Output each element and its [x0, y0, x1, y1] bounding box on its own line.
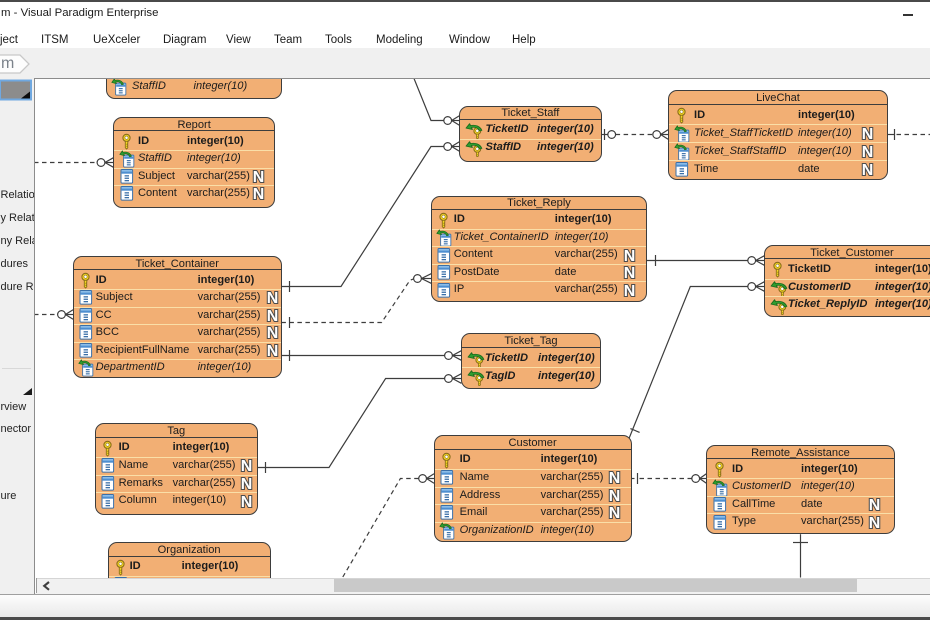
svg-text:N: N: [608, 488, 620, 504]
svg-text:N: N: [624, 265, 636, 281]
svg-text:N: N: [608, 505, 620, 521]
svg-text:N: N: [241, 494, 253, 510]
svg-text:N: N: [267, 343, 279, 359]
svg-text:N: N: [267, 325, 279, 341]
svg-text:N: N: [862, 161, 874, 177]
svg-text:N: N: [253, 169, 265, 185]
svg-text:N: N: [253, 186, 265, 202]
svg-text:N: N: [869, 497, 881, 513]
svg-text:N: N: [241, 476, 253, 492]
svg-text:N: N: [862, 125, 874, 141]
svg-text:N: N: [869, 515, 881, 531]
svg-text:N: N: [624, 247, 636, 263]
svg-text:N: N: [608, 470, 620, 486]
svg-text:N: N: [267, 308, 279, 324]
svg-text:N: N: [624, 282, 636, 298]
svg-text:N: N: [267, 290, 279, 306]
svg-text:N: N: [241, 458, 253, 474]
svg-text:N: N: [862, 143, 874, 159]
